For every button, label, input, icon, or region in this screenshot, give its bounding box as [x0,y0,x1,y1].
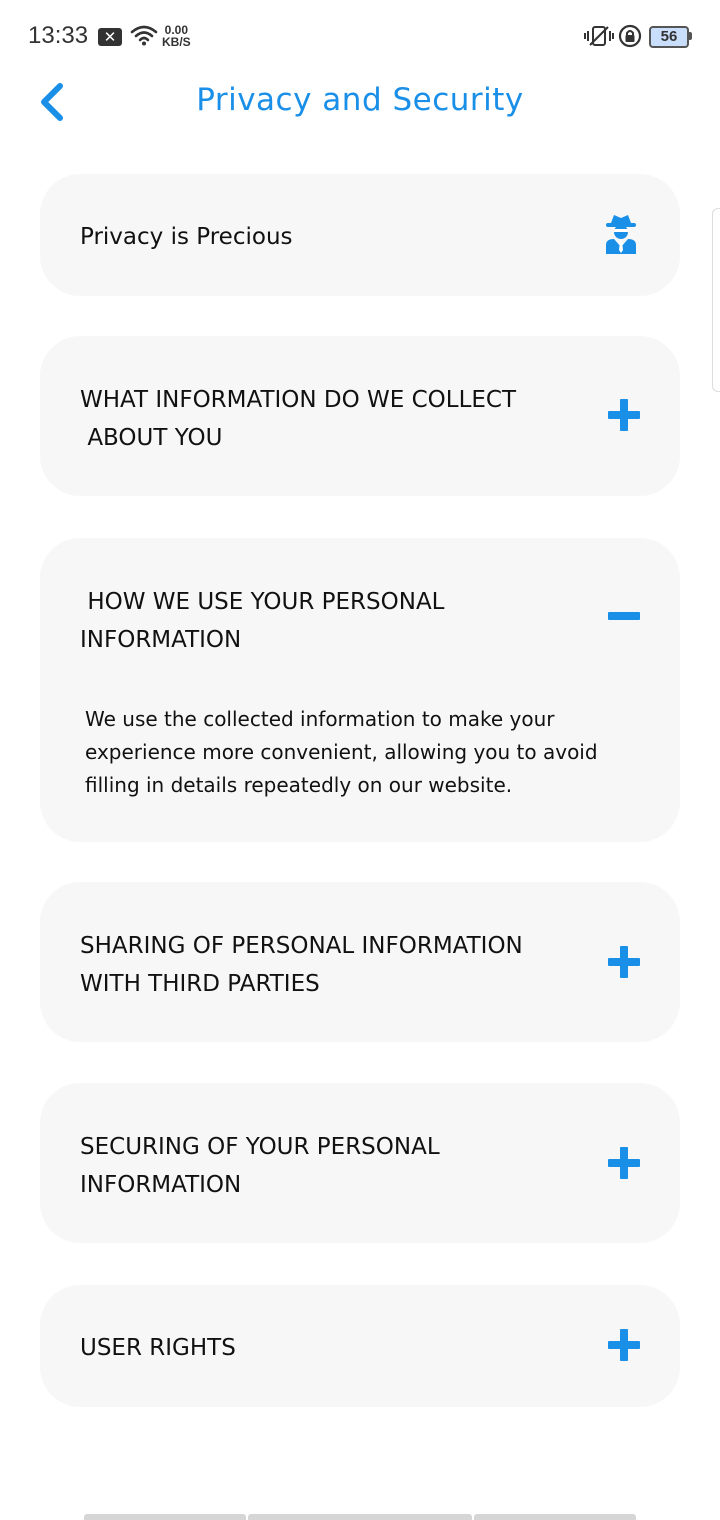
network-speed: 0.00 KB/S [162,24,191,48]
battery-tip [689,32,692,40]
scrollbar[interactable] [712,208,720,392]
accordion-title-rights: USER RIGHTS [80,1335,236,1361]
accordion-title-securing: SECURING OF YOUR PERSONAL INFORMATION [80,1134,440,1198]
plus-icon[interactable] [606,1145,642,1181]
accordion-body-use: We use the collected information to make… [85,707,598,797]
accordion-item-rights[interactable]: USER RIGHTS [40,1285,680,1407]
nav-bar-right[interactable] [474,1514,636,1520]
accordion-item-securing[interactable]: SECURING OF YOUR PERSONAL INFORMATION [40,1083,680,1243]
network-speed-unit: KB/S [162,35,191,49]
spy-icon [604,214,638,254]
privacy-intro-title: Privacy is Precious [80,224,293,250]
plus-icon[interactable] [606,1327,642,1363]
vibrate-off-icon [584,24,614,52]
status-bar: 13:33 ✕ 0.00 KB/S 56 [0,0,720,72]
nav-bar-center[interactable] [248,1514,472,1520]
accordion-item-use[interactable]: HOW WE USE YOUR PERSONAL INFORMATION We … [40,538,680,842]
accordion-item-sharing[interactable]: SHARING OF PERSONAL INFORMATION WITH THI… [40,882,680,1042]
rotation-lock-icon [618,24,642,52]
status-time: 13:33 [28,22,89,49]
accordion-title-sharing: SHARING OF PERSONAL INFORMATION WITH THI… [80,933,523,997]
plus-icon[interactable] [606,944,642,980]
accordion-title-collect: WHAT INFORMATION DO WE COLLECT ABOUT YOU [80,387,517,451]
minus-icon[interactable] [606,598,642,634]
privacy-intro-card: Privacy is Precious [40,174,680,296]
plus-icon[interactable] [606,397,642,433]
notification-icon: ✕ [98,28,122,46]
battery-level: 56 [649,26,689,48]
accordion-title-use: HOW WE USE YOUR PERSONAL INFORMATION [80,589,445,653]
page-title: Privacy and Security [196,82,524,118]
accordion-item-collect[interactable]: WHAT INFORMATION DO WE COLLECT ABOUT YOU [40,336,680,496]
nav-bar-left[interactable] [84,1514,246,1520]
wifi-icon [130,24,158,50]
